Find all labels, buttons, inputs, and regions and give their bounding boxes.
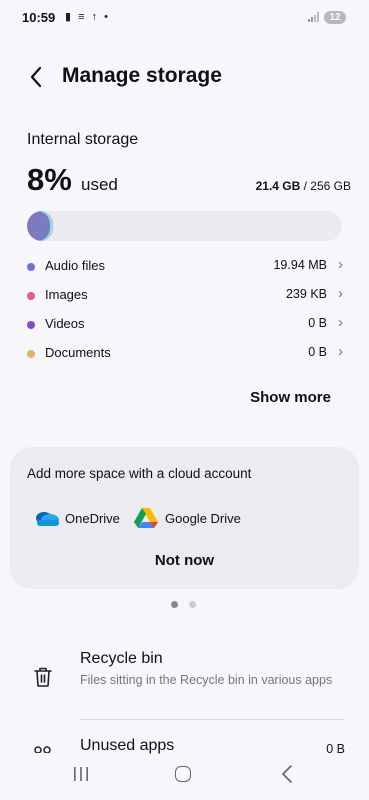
used-label: used <box>81 175 118 194</box>
internal-storage-label: Internal storage <box>27 131 139 148</box>
used-amount: 21.4 GB <box>255 179 301 193</box>
recycle-bin-description: Files sitting in the Recycle bin in vari… <box>80 673 333 687</box>
google-drive-icon <box>134 508 158 528</box>
category-color-dot <box>27 263 35 271</box>
total-amount: / 256 GB <box>300 179 351 193</box>
category-color-dot <box>27 321 35 329</box>
category-row[interactable]: Audio files 19.94 MB › <box>27 256 347 280</box>
chevron-right-icon: › <box>338 285 343 302</box>
google-drive-label: Google Drive <box>165 511 241 526</box>
onedrive-option[interactable]: OneDrive <box>34 507 144 529</box>
page-dot <box>189 601 196 608</box>
recents-button[interactable] <box>73 767 89 781</box>
category-row[interactable]: Documents 0 B › <box>27 343 347 367</box>
category-size: 0 B <box>308 345 327 359</box>
page-dot-active <box>171 601 178 608</box>
category-color-dot <box>27 350 35 358</box>
onedrive-icon <box>36 512 59 526</box>
used-percent: 8% <box>27 162 72 197</box>
cloud-account-card: Add more space with a cloud account OneD… <box>10 447 359 589</box>
signal-icon <box>308 12 319 22</box>
show-more-button[interactable]: Show more <box>250 389 331 406</box>
category-label: Videos <box>45 316 85 331</box>
divider <box>80 719 345 720</box>
storage-progress-fill <box>27 211 53 241</box>
onedrive-label: OneDrive <box>65 511 120 526</box>
recycle-bin-title[interactable]: Recycle bin <box>80 650 163 668</box>
chevron-right-icon: › <box>338 314 343 331</box>
trash-icon <box>34 667 52 687</box>
category-label: Audio files <box>45 258 105 273</box>
category-size: 19.94 MB <box>273 258 327 272</box>
unused-apps-size: 0 B <box>326 742 345 756</box>
page-title: Manage storage <box>62 64 222 87</box>
back-button[interactable] <box>22 62 52 92</box>
category-color-dot <box>27 292 35 300</box>
battery-indicator: 12 <box>324 11 346 24</box>
category-size: 0 B <box>308 316 327 330</box>
status-time: 10:59 <box>22 10 56 25</box>
storage-progress-bar <box>27 211 342 241</box>
not-now-button[interactable]: Not now <box>10 552 359 569</box>
category-label: Documents <box>45 345 111 360</box>
unused-apps-icon <box>34 746 51 753</box>
category-row[interactable]: Videos 0 B › <box>27 314 347 338</box>
storage-amount: 21.4 GB / 256 GB <box>256 179 351 193</box>
notification-icons: ▮ ≡ ↑ • <box>65 11 110 23</box>
home-button[interactable] <box>175 766 191 782</box>
cloud-card-title: Add more space with a cloud account <box>27 466 252 481</box>
category-label: Images <box>45 287 88 302</box>
nav-back-button[interactable] <box>280 765 294 783</box>
page-indicator <box>171 601 201 609</box>
google-drive-option[interactable]: Google Drive <box>134 507 264 529</box>
chevron-right-icon: › <box>338 343 343 360</box>
unused-apps-title[interactable]: Unused apps <box>80 737 174 755</box>
chevron-right-icon: › <box>338 256 343 273</box>
category-size: 239 KB <box>285 287 327 301</box>
category-row[interactable]: Images 239 KB › <box>27 285 347 309</box>
